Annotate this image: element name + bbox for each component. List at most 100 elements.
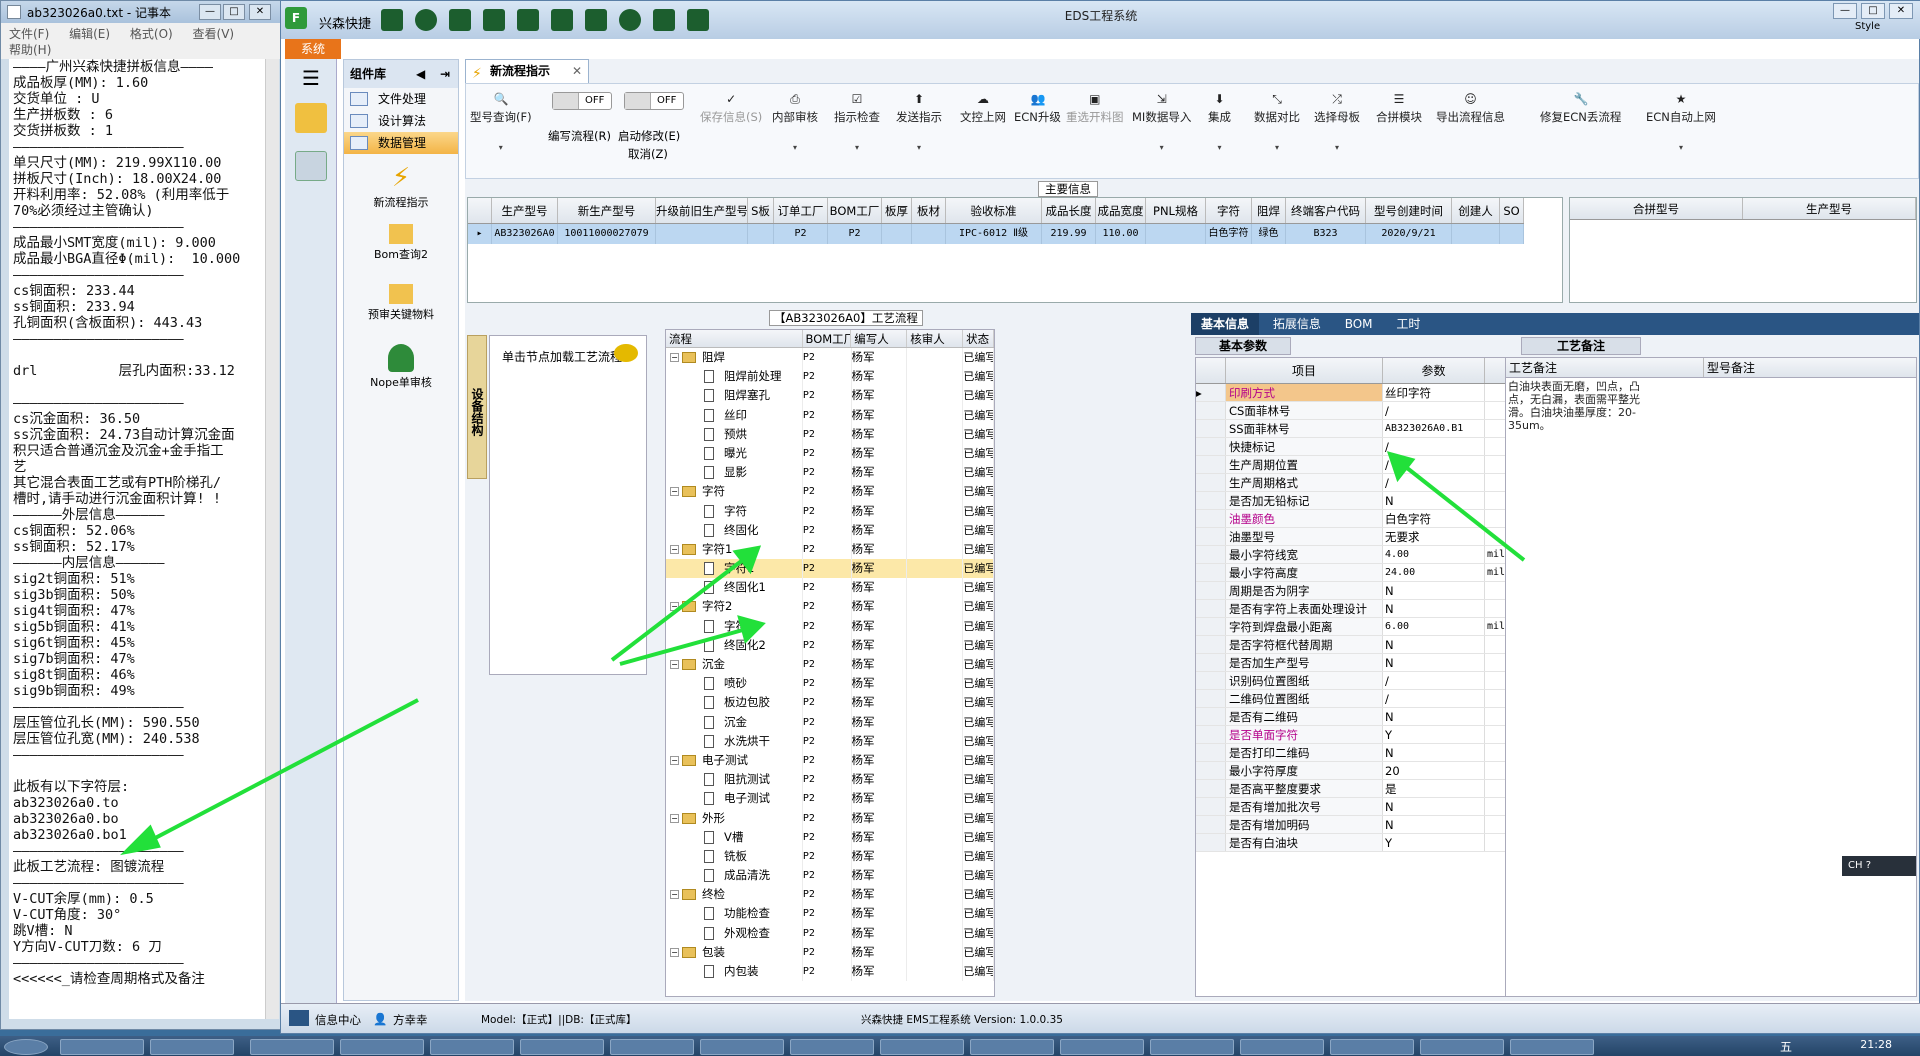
- list-item[interactable]: 功能检查 P2 杨军 已编写: [666, 904, 994, 924]
- comp-item-data[interactable]: 数据管理: [344, 132, 458, 154]
- table-cell[interactable]: [656, 224, 748, 244]
- taskbar-item[interactable]: [1150, 1039, 1234, 1055]
- list-item[interactable]: − 终检 P2 杨军 已编写: [666, 885, 994, 905]
- param-value[interactable]: N: [1383, 744, 1485, 761]
- list-item[interactable]: − 阻焊 P2 杨军 已编写: [666, 348, 994, 368]
- menu-help[interactable]: 帮助(H): [9, 43, 51, 57]
- taskbar-item[interactable]: [790, 1039, 874, 1055]
- param-value[interactable]: 6.00: [1383, 618, 1485, 635]
- table-cell[interactable]: 219.99: [1042, 224, 1096, 244]
- list-item[interactable]: 字符2 P2 杨军 已编写: [666, 616, 994, 636]
- column-header[interactable]: 板厚: [882, 198, 912, 223]
- comp-item-algorithm[interactable]: 设计算法: [344, 110, 458, 132]
- eds-close-button[interactable]: ✕: [1889, 3, 1913, 19]
- column-header[interactable]: 验收标准: [946, 198, 1042, 223]
- menu-view[interactable]: 查看(V): [193, 27, 235, 41]
- list-item[interactable]: 曝光 P2 杨军 已编写: [666, 443, 994, 464]
- table-cell[interactable]: P2: [774, 224, 828, 244]
- hamburger-icon[interactable]: ☰: [295, 63, 327, 93]
- menu-format[interactable]: 格式(O): [130, 27, 173, 41]
- collapse-icon[interactable]: −: [670, 353, 679, 362]
- table-cell[interactable]: B323: [1286, 224, 1366, 244]
- ecn-upgrade-button[interactable]: 👥 ECN升级: [1014, 92, 1061, 125]
- write-process-toggle[interactable]: OFF: [552, 92, 612, 110]
- eds-minimize-button[interactable]: —: [1833, 3, 1857, 19]
- tool-preaudit[interactable]: 预审关键物料: [344, 284, 458, 334]
- calculator-icon[interactable]: [295, 151, 327, 181]
- list-item[interactable]: 阻焊前处理 P2 杨军 已编写: [666, 367, 994, 387]
- taskbar-item[interactable]: [1420, 1039, 1504, 1055]
- tool-bom-query[interactable]: Bom查询2: [344, 224, 458, 274]
- table-cell[interactable]: P2: [828, 224, 882, 244]
- notepad-scrollbar[interactable]: [265, 59, 279, 1019]
- tab-basic-info[interactable]: 基本信息: [1191, 313, 1260, 335]
- close-tab-icon[interactable]: ✕: [572, 60, 582, 82]
- table-cell[interactable]: [1146, 224, 1206, 244]
- notepad-text-area[interactable]: ————广州兴森快捷拼板信息———— 成品板厚(MM): 1.60 交货单位 : U…: [9, 59, 265, 1019]
- column-header[interactable]: 新生产型号: [558, 198, 656, 223]
- column-header[interactable]: 终端客户代码: [1286, 198, 1366, 223]
- craft-note-text[interactable]: 白油块表面无磨，凹点，凸点，无白漏，表面需平整光滑。白油块油墨厚度：20-35u…: [1508, 380, 1656, 432]
- collapse-left-icon[interactable]: ◀: [416, 60, 425, 88]
- eds-maximize-button[interactable]: □: [1861, 3, 1885, 19]
- column-header[interactable]: BOM工厂: [828, 198, 882, 223]
- taskbar-item[interactable]: [1060, 1039, 1144, 1055]
- column-header[interactable]: 订单工厂: [774, 198, 828, 223]
- list-item[interactable]: − 字符1 P2 杨军 已编写: [666, 539, 994, 560]
- column-header[interactable]: SO: [1500, 198, 1524, 223]
- list-item[interactable]: 沉金 P2 杨军 已编写: [666, 712, 994, 732]
- tab-equipment-structure[interactable]: 设备结构: [467, 335, 487, 479]
- tab-bom[interactable]: BOM: [1335, 313, 1383, 335]
- table-cell[interactable]: [1452, 224, 1500, 244]
- collapse-icon[interactable]: −: [670, 660, 679, 669]
- send-instruction-button[interactable]: ⬆ 发送指示 ▾: [896, 92, 942, 152]
- info-center-label[interactable]: 信息中心: [315, 1012, 361, 1028]
- tab-extended-info[interactable]: 拓展信息: [1263, 313, 1331, 335]
- table-cell[interactable]: 2020/9/21: [1366, 224, 1452, 244]
- list-item[interactable]: − 沉金 P2 杨军 已编写: [666, 655, 994, 675]
- taskbar-item[interactable]: [610, 1039, 694, 1055]
- taskbar-item[interactable]: [1510, 1039, 1594, 1055]
- system-tab[interactable]: 系统: [285, 39, 341, 59]
- taskbar-item[interactable]: [340, 1039, 424, 1055]
- export-process-button[interactable]: ☺ 导出流程信息: [1436, 92, 1505, 125]
- maximize-button[interactable]: □: [223, 4, 245, 20]
- taskbar-item[interactable]: [1240, 1039, 1324, 1055]
- taskbar-item[interactable]: [1330, 1039, 1414, 1055]
- param-value[interactable]: /: [1383, 402, 1485, 419]
- list-item[interactable]: 成品清洗 P2 杨军 已编写: [666, 866, 994, 886]
- help-icon[interactable]: ?: [1866, 860, 1871, 871]
- taskbar-item[interactable]: [880, 1039, 964, 1055]
- minimize-button[interactable]: —: [199, 4, 221, 20]
- param-value[interactable]: 4.00: [1383, 546, 1485, 563]
- column-header[interactable]: S板: [748, 198, 774, 223]
- table-cell[interactable]: 10011000027079: [558, 224, 656, 244]
- list-item[interactable]: 丝印 P2 杨军 已编写: [666, 405, 994, 425]
- column-header[interactable]: 创建人: [1452, 198, 1500, 223]
- comp-item-file[interactable]: 文件处理: [344, 88, 458, 110]
- list-item[interactable]: 板边包胶 P2 杨军 已编写: [666, 693, 994, 713]
- list-item[interactable]: 阻焊塞孔 P2 杨军 已编写: [666, 386, 994, 406]
- table-cell[interactable]: [882, 224, 912, 244]
- param-value[interactable]: N: [1383, 492, 1485, 509]
- column-header[interactable]: 成品宽度: [1096, 198, 1146, 223]
- taskbar-item[interactable]: [60, 1039, 144, 1055]
- collapse-icon[interactable]: −: [670, 544, 679, 554]
- merge-module-button[interactable]: ☰ 合拼模块: [1376, 92, 1422, 125]
- tab-work-hours[interactable]: 工时: [1386, 313, 1430, 335]
- column-header[interactable]: 板材: [912, 198, 946, 223]
- save-info-button[interactable]: ✓ 保存信息(S): [700, 92, 762, 125]
- start-button[interactable]: [4, 1039, 48, 1055]
- table-cell[interactable]: [1500, 224, 1524, 244]
- mi-import-button[interactable]: ⇲ MI数据导入 ▾: [1132, 92, 1191, 152]
- list-item[interactable]: − 外形 P2 杨军 已编写: [666, 808, 994, 828]
- collapse-icon[interactable]: −: [670, 813, 679, 823]
- list-item[interactable]: 外观检查 P2 杨军 已编写: [666, 923, 994, 943]
- param-value[interactable]: 24.00: [1383, 564, 1485, 581]
- param-value[interactable]: /: [1383, 456, 1485, 473]
- grid-view-icon[interactable]: [289, 1010, 309, 1026]
- taskbar-item[interactable]: [430, 1039, 514, 1055]
- table-cell[interactable]: 白色字符: [1206, 224, 1252, 244]
- param-value[interactable]: /: [1383, 672, 1485, 689]
- table-cell[interactable]: 110.00: [1096, 224, 1146, 244]
